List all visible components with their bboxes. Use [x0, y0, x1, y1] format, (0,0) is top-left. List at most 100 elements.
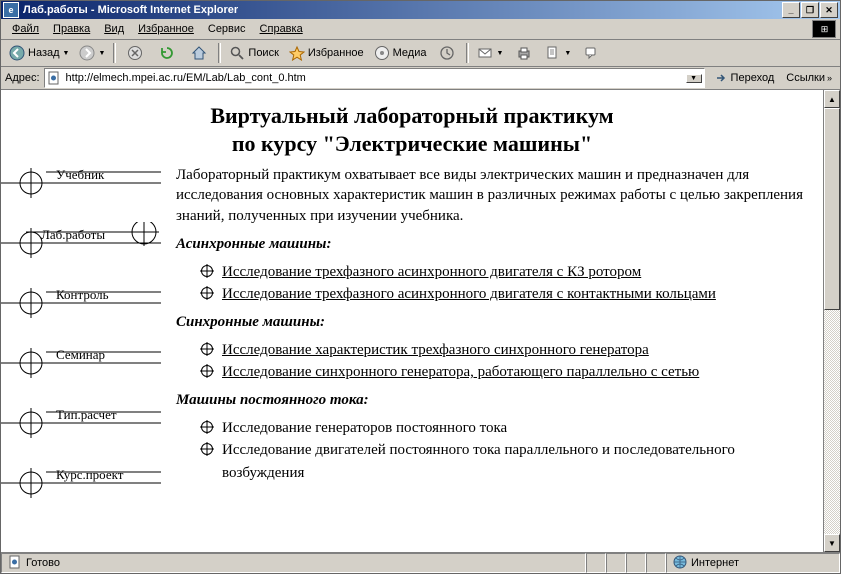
- lab-link-text: Исследование трехфазного асинхронного дв…: [222, 261, 641, 284]
- refresh-button[interactable]: [152, 41, 182, 65]
- history-button[interactable]: [432, 41, 462, 65]
- media-button[interactable]: Медиа: [370, 41, 431, 65]
- lab-text: Исследование генераторов постоянного ток…: [222, 417, 507, 440]
- lab-link-item[interactable]: Исследование синхронного генератора, раб…: [200, 361, 809, 384]
- content-viewport: Виртуальный лабораторный практикум по ку…: [1, 90, 840, 552]
- lab-text: Исследование двигателей постоянного тока…: [222, 439, 809, 484]
- nav-control[interactable]: Контроль: [1, 282, 176, 324]
- menu-favorites[interactable]: Избранное: [131, 21, 201, 37]
- star-icon: [289, 45, 305, 61]
- nav-label: Контроль: [56, 287, 109, 303]
- media-icon: [374, 45, 390, 61]
- status-ready: Готово: [1, 553, 586, 573]
- lab-text-item: Исследование генераторов постоянного ток…: [200, 417, 809, 440]
- bullet-icon: [200, 364, 214, 378]
- app-icon: e: [3, 2, 19, 18]
- nav-typcalc[interactable]: Тип.расчет: [1, 402, 176, 444]
- status-bar: Готово Интернет: [1, 552, 840, 573]
- mail-button[interactable]: ▼: [473, 41, 507, 65]
- forward-button[interactable]: ▼: [75, 41, 109, 65]
- bullet-icon: [200, 286, 214, 300]
- go-button[interactable]: Переход: [709, 70, 779, 86]
- favorites-label: Избранное: [308, 47, 364, 59]
- chevron-right-icon: »: [827, 73, 832, 83]
- print-icon: [516, 45, 532, 61]
- page-title-line1: Виртуальный лабораторный практикум: [1, 102, 823, 130]
- lab-link-item[interactable]: Исследование трехфазного асинхронного дв…: [200, 283, 809, 306]
- print-button[interactable]: [509, 41, 539, 65]
- menu-file[interactable]: Файл: [5, 21, 46, 37]
- globe-icon: [673, 555, 687, 572]
- nav-courseproj[interactable]: Курс.проект: [1, 462, 176, 504]
- go-icon: [713, 70, 729, 86]
- menu-help[interactable]: Справка: [253, 21, 310, 37]
- intro-paragraph: Лабораторный практикум охватывает все ви…: [176, 165, 809, 226]
- search-button[interactable]: Поиск: [225, 41, 282, 65]
- nav-textbook[interactable]: Учебник: [1, 162, 176, 204]
- window-title: Лаб.работы - Microsoft Internet Explorer: [23, 4, 782, 16]
- lab-text-item: Исследование двигателей постоянного тока…: [200, 439, 809, 484]
- links-label: Ссылки: [786, 72, 825, 84]
- separator: [113, 43, 116, 63]
- menu-edit[interactable]: Правка: [46, 21, 97, 37]
- back-label: Назад: [28, 47, 60, 59]
- links-button[interactable]: Ссылки »: [782, 72, 836, 84]
- dropdown-icon: ▼: [63, 50, 70, 57]
- title-bar: e Лаб.работы - Microsoft Internet Explor…: [1, 1, 840, 19]
- minimize-button[interactable]: _: [782, 2, 800, 18]
- menu-view[interactable]: Вид: [97, 21, 131, 37]
- separator: [466, 43, 469, 63]
- status-pad: [586, 553, 606, 573]
- dropdown-icon: ▼: [98, 50, 105, 57]
- refresh-icon: [159, 45, 175, 61]
- nav-labs[interactable]: Лаб.работы: [1, 222, 176, 264]
- nav-seminar[interactable]: Семинар: [1, 342, 176, 384]
- section-dc-title: Машины постоянного тока: [176, 392, 364, 408]
- bullet-icon: [200, 420, 214, 434]
- edit-button[interactable]: ▼: [541, 41, 575, 65]
- mail-icon: [477, 45, 493, 61]
- status-pad: [646, 553, 666, 573]
- scroll-up-button[interactable]: ▲: [824, 90, 840, 108]
- zone-text: Интернет: [691, 557, 739, 569]
- stop-button[interactable]: [120, 41, 150, 65]
- menu-bar: Файл Правка Вид Избранное Сервис Справка…: [1, 19, 840, 40]
- address-dropdown[interactable]: ▼: [686, 74, 702, 83]
- address-input[interactable]: [64, 71, 686, 85]
- maximize-button[interactable]: ❐: [801, 2, 819, 18]
- main-content: Лабораторный практикум охватывает все ви…: [176, 157, 823, 522]
- dropdown-icon: ▼: [564, 50, 571, 57]
- go-label: Переход: [731, 72, 775, 84]
- browser-window: e Лаб.работы - Microsoft Internet Explor…: [0, 0, 841, 574]
- status-text: Готово: [26, 557, 60, 569]
- scroll-thumb[interactable]: [824, 108, 840, 310]
- close-button[interactable]: ✕: [820, 2, 838, 18]
- menu-tools[interactable]: Сервис: [201, 21, 253, 37]
- home-button[interactable]: [184, 41, 214, 65]
- scroll-track[interactable]: [824, 108, 840, 534]
- favorites-button[interactable]: Избранное: [285, 41, 368, 65]
- address-label: Адрес:: [5, 72, 40, 84]
- sidebar-nav: Учебник Лаб: [1, 157, 176, 522]
- bullet-icon: [200, 342, 214, 356]
- vertical-scrollbar[interactable]: ▲ ▼: [823, 90, 840, 552]
- lab-link-text: Исследование трехфазного асинхронного дв…: [222, 283, 716, 306]
- address-field-wrap[interactable]: ▼: [44, 68, 705, 88]
- bullet-icon: [200, 442, 214, 456]
- page-title-line2: по курсу "Электрические машины": [1, 130, 823, 158]
- search-label: Поиск: [248, 47, 278, 59]
- section-async-title: Асинхронные машины: [176, 236, 326, 252]
- discuss-button[interactable]: [577, 41, 607, 65]
- lab-link-item[interactable]: Исследование характеристик трехфазного с…: [200, 339, 809, 362]
- separator: [218, 43, 221, 63]
- nav-label: Лаб.работы: [41, 227, 105, 243]
- lab-link-text: Исследование характеристик трехфазного с…: [222, 339, 649, 362]
- stop-icon: [127, 45, 143, 61]
- lab-link-item[interactable]: Исследование трехфазного асинхронного дв…: [200, 261, 809, 284]
- section-sync-title: Синхронные машины: [176, 314, 320, 330]
- brand-logo: ⊞: [812, 20, 836, 38]
- status-pad: [626, 553, 646, 573]
- back-button[interactable]: Назад ▼: [5, 41, 73, 65]
- scroll-down-button[interactable]: ▼: [824, 534, 840, 552]
- toolbar: Назад ▼ ▼: [1, 40, 840, 67]
